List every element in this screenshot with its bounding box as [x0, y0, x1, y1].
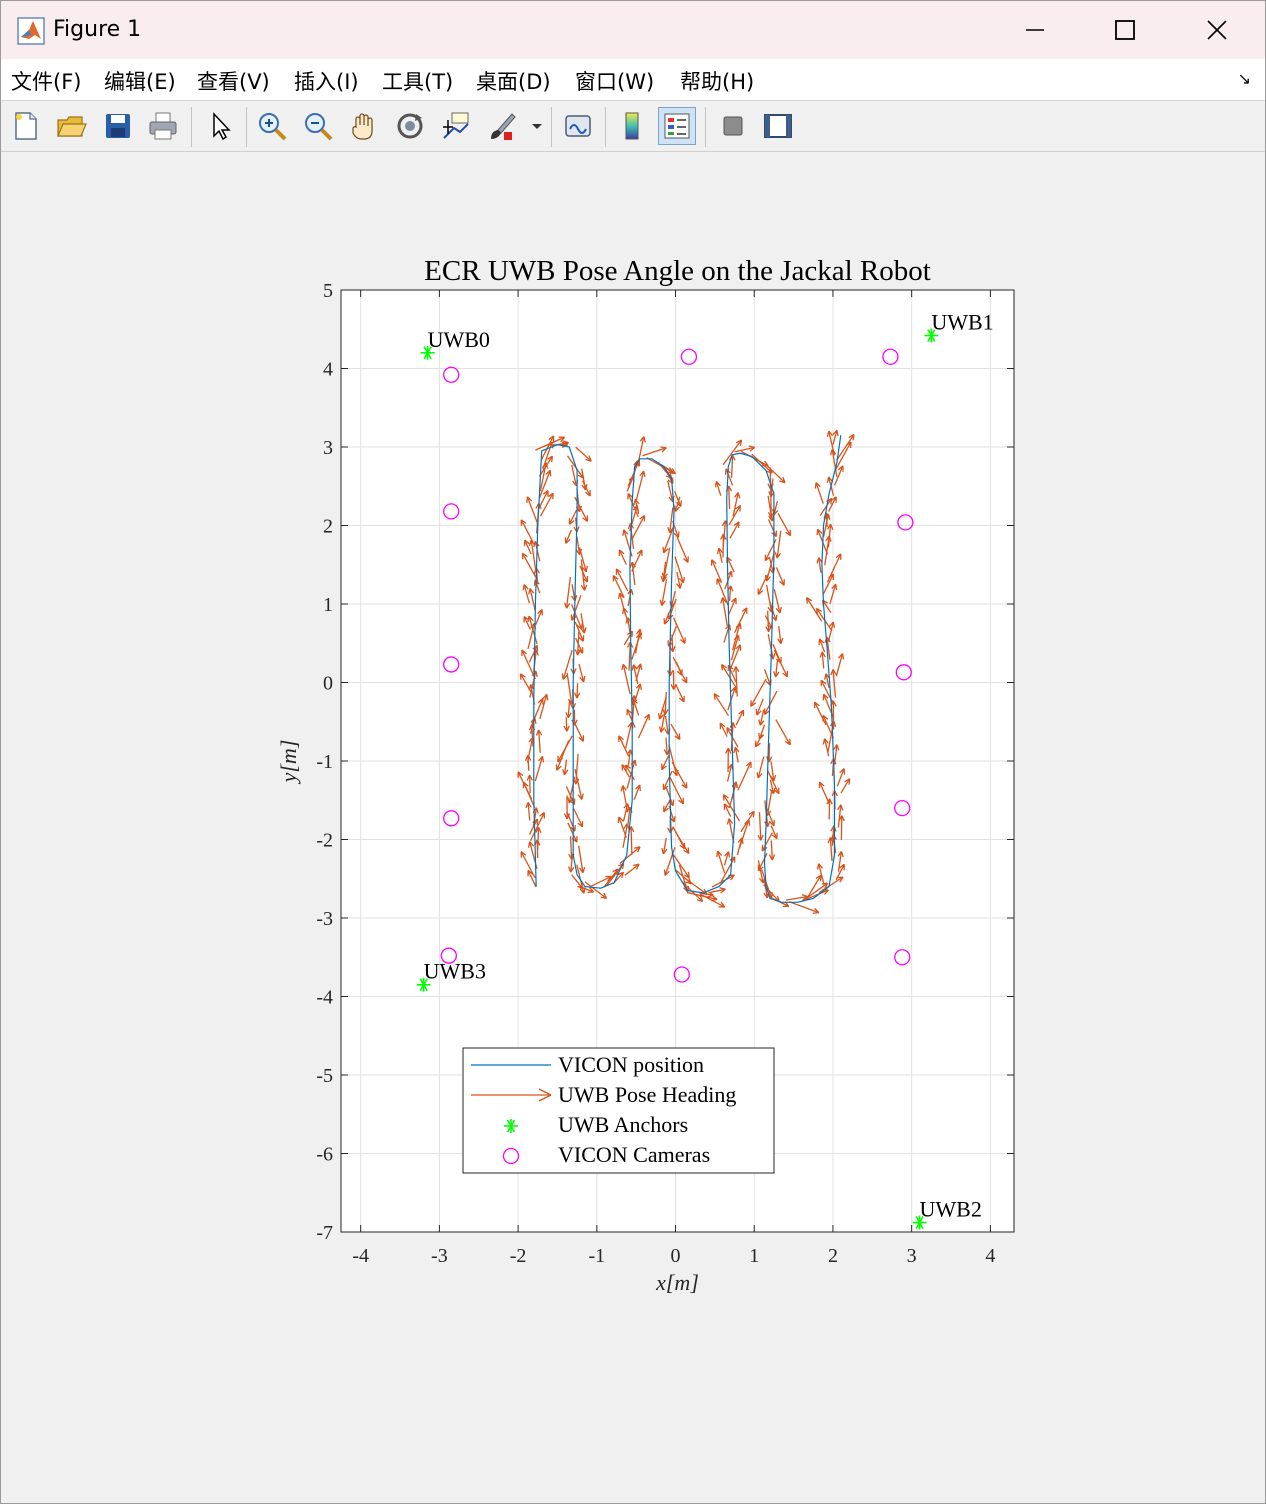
matlab-logo-icon [17, 17, 45, 45]
minimize-icon [1026, 29, 1044, 31]
y-tick-label: -2 [316, 830, 333, 852]
legend-entry-label: UWB Pose Heading [558, 1082, 736, 1107]
x-tick-label: 0 [671, 1245, 681, 1267]
y-tick-label: 5 [323, 280, 333, 302]
y-tick-label: -6 [316, 1144, 333, 1166]
y-tick-label: 4 [323, 359, 333, 381]
x-axis-label: x[m] [655, 1270, 699, 1295]
x-tick-label: -3 [431, 1245, 448, 1267]
uwb-anchor-label: UWB3 [424, 959, 486, 984]
menu-insert[interactable]: 插入(I) [294, 66, 359, 96]
legend-icon[interactable] [658, 107, 696, 145]
figure-toolbar [1, 101, 1265, 152]
x-tick-label: 1 [749, 1245, 759, 1267]
y-tick-label: 2 [323, 516, 333, 538]
legend[interactable]: VICON position UWB Pose Heading UWB Anchor… [462, 1047, 775, 1174]
figure-canvas: -4 -3 -2 -1 0 1 2 3 4 5 4 3 2 1 0 -1 -2 -3 -4 -5 -6 -7 UWB0 UW… [276, 255, 1015, 1295]
figure-window: Figure 1 文件(F) 编辑(E) 查看(V) 插入(I) 工具(T) 桌… [0, 0, 1266, 1504]
menu-tools[interactable]: 工具(T) [382, 66, 453, 96]
menu-overflow-icon[interactable]: ↘ [1238, 69, 1251, 89]
x-tick-label: -1 [588, 1245, 605, 1267]
show-plot-tools-icon[interactable] [759, 107, 797, 145]
minimize-button[interactable] [989, 1, 1081, 59]
y-tick-label: 1 [323, 594, 333, 616]
save-icon[interactable] [99, 107, 137, 145]
maximize-button[interactable] [1079, 1, 1171, 59]
menu-bar: 文件(F) 编辑(E) 查看(V) 插入(I) 工具(T) 桌面(D) 窗口(W… [1, 59, 1265, 101]
x-tick-label: -2 [510, 1245, 527, 1267]
toolbar-separator [191, 107, 192, 147]
window-title: Figure 1 [53, 17, 142, 42]
hide-plot-tools-icon[interactable] [714, 107, 752, 145]
x-tick-label: 2 [828, 1245, 838, 1267]
uwb-anchor-label: UWB0 [428, 327, 490, 352]
y-tick-label: 0 [323, 673, 333, 695]
legend-entry-label: VICON position [558, 1052, 704, 1077]
pan-hand-icon[interactable] [345, 107, 383, 145]
menu-desktop[interactable]: 桌面(D) [476, 66, 551, 96]
brush-dropdown-icon[interactable] [526, 107, 548, 145]
close-button[interactable] [1171, 1, 1263, 59]
toolbar-separator [246, 107, 247, 147]
uwb-anchor-label: UWB2 [920, 1197, 982, 1222]
x-tick-label: 4 [985, 1245, 995, 1267]
link-plot-icon[interactable] [559, 107, 597, 145]
legend-entry-label: UWB Anchors [558, 1112, 688, 1137]
legend-entry-label: VICON Cameras [558, 1142, 710, 1167]
open-file-icon[interactable] [52, 107, 90, 145]
colorbar-icon[interactable] [613, 107, 651, 145]
toolbar-separator [705, 107, 706, 147]
uwb-anchor-label: UWB1 [931, 310, 993, 335]
menu-file[interactable]: 文件(F) [11, 66, 81, 96]
y-tick-label: 3 [323, 437, 333, 459]
title-bar[interactable]: Figure 1 [1, 1, 1265, 59]
menu-help[interactable]: 帮助(H) [680, 66, 754, 96]
zoom-out-icon[interactable] [299, 107, 337, 145]
print-icon[interactable] [144, 107, 182, 145]
y-tick-label: -4 [316, 987, 333, 1009]
y-tick-label: -5 [316, 1065, 333, 1087]
pointer-icon[interactable] [201, 107, 239, 145]
y-axis-label: y[m] [276, 740, 301, 785]
zoom-in-icon[interactable] [253, 107, 291, 145]
new-figure-icon[interactable] [7, 107, 45, 145]
y-tick-label: -1 [316, 751, 333, 773]
menu-window[interactable]: 窗口(W) [575, 66, 654, 96]
chart-title: ECR UWB Pose Angle on the Jackal Robot [424, 255, 931, 287]
y-tick-label: -7 [316, 1222, 333, 1244]
toolbar-separator [551, 107, 552, 147]
y-tick-label: -3 [316, 908, 333, 930]
menu-edit[interactable]: 编辑(E) [104, 66, 176, 96]
data-cursor-icon[interactable] [437, 107, 475, 145]
brush-icon[interactable] [483, 107, 521, 145]
x-tick-label: -4 [352, 1245, 369, 1267]
x-tick-label: 3 [907, 1245, 917, 1267]
rotate-3d-icon[interactable] [391, 107, 429, 145]
toolbar-separator [605, 107, 606, 147]
maximize-icon [1115, 20, 1135, 40]
close-icon [1207, 20, 1227, 40]
menu-view[interactable]: 查看(V) [197, 66, 270, 96]
